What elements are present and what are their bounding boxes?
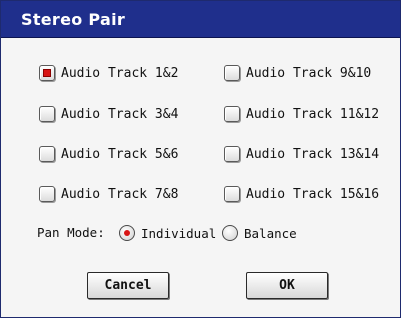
checkbox-audio-track-11-12[interactable]: Audio Track 11&12 [224,103,379,125]
radio-button[interactable] [119,225,135,241]
checkbox-audio-track-3-4[interactable]: Audio Track 3&4 [39,103,178,125]
checkbox-audio-track-9-10[interactable]: Audio Track 9&10 [224,62,371,84]
pan-mode-label: Pan Mode: [37,225,105,240]
checkbox-box[interactable] [224,146,240,162]
checkbox-label: Audio Track 13&14 [246,146,380,162]
radio-pan-balance[interactable]: Balance [222,223,297,243]
checkbox-audio-track-15-16[interactable]: Audio Track 15&16 [224,183,379,205]
title-bar: Stereo Pair [1,1,400,38]
checkbox-label: Audio Track 1&2 [61,65,179,81]
radio-label: Balance [244,225,297,241]
checkbox-label: Audio Track 11&12 [246,106,380,122]
checkbox-label: Audio Track 9&10 [246,65,372,81]
checkbox-audio-track-7-8[interactable]: Audio Track 7&8 [39,183,178,205]
radio-pan-individual[interactable]: Individual [119,223,216,243]
radio-button[interactable] [222,225,238,241]
ok-button[interactable]: OK [246,272,328,299]
stereo-pair-dialog: Stereo Pair Audio Track 1&2 Audio Track … [0,0,401,318]
checkbox-box[interactable] [39,65,55,81]
checkbox-audio-track-13-14[interactable]: Audio Track 13&14 [224,143,379,165]
checkbox-label: Audio Track 5&6 [61,146,179,162]
checkbox-audio-track-5-6[interactable]: Audio Track 5&6 [39,143,178,165]
checkbox-box[interactable] [39,106,55,122]
cancel-button[interactable]: Cancel [87,272,169,299]
checkbox-box[interactable] [39,146,55,162]
checkbox-audio-track-1-2[interactable]: Audio Track 1&2 [39,62,178,84]
checkbox-box[interactable] [224,106,240,122]
checkbox-box[interactable] [224,65,240,81]
checkbox-label: Audio Track 15&16 [246,186,380,202]
checkbox-box[interactable] [39,186,55,202]
checkbox-label: Audio Track 7&8 [61,186,179,202]
radio-label: Individual [141,225,217,241]
dialog-title: Stereo Pair [21,10,126,29]
checkbox-box[interactable] [224,186,240,202]
checkbox-label: Audio Track 3&4 [61,106,179,122]
